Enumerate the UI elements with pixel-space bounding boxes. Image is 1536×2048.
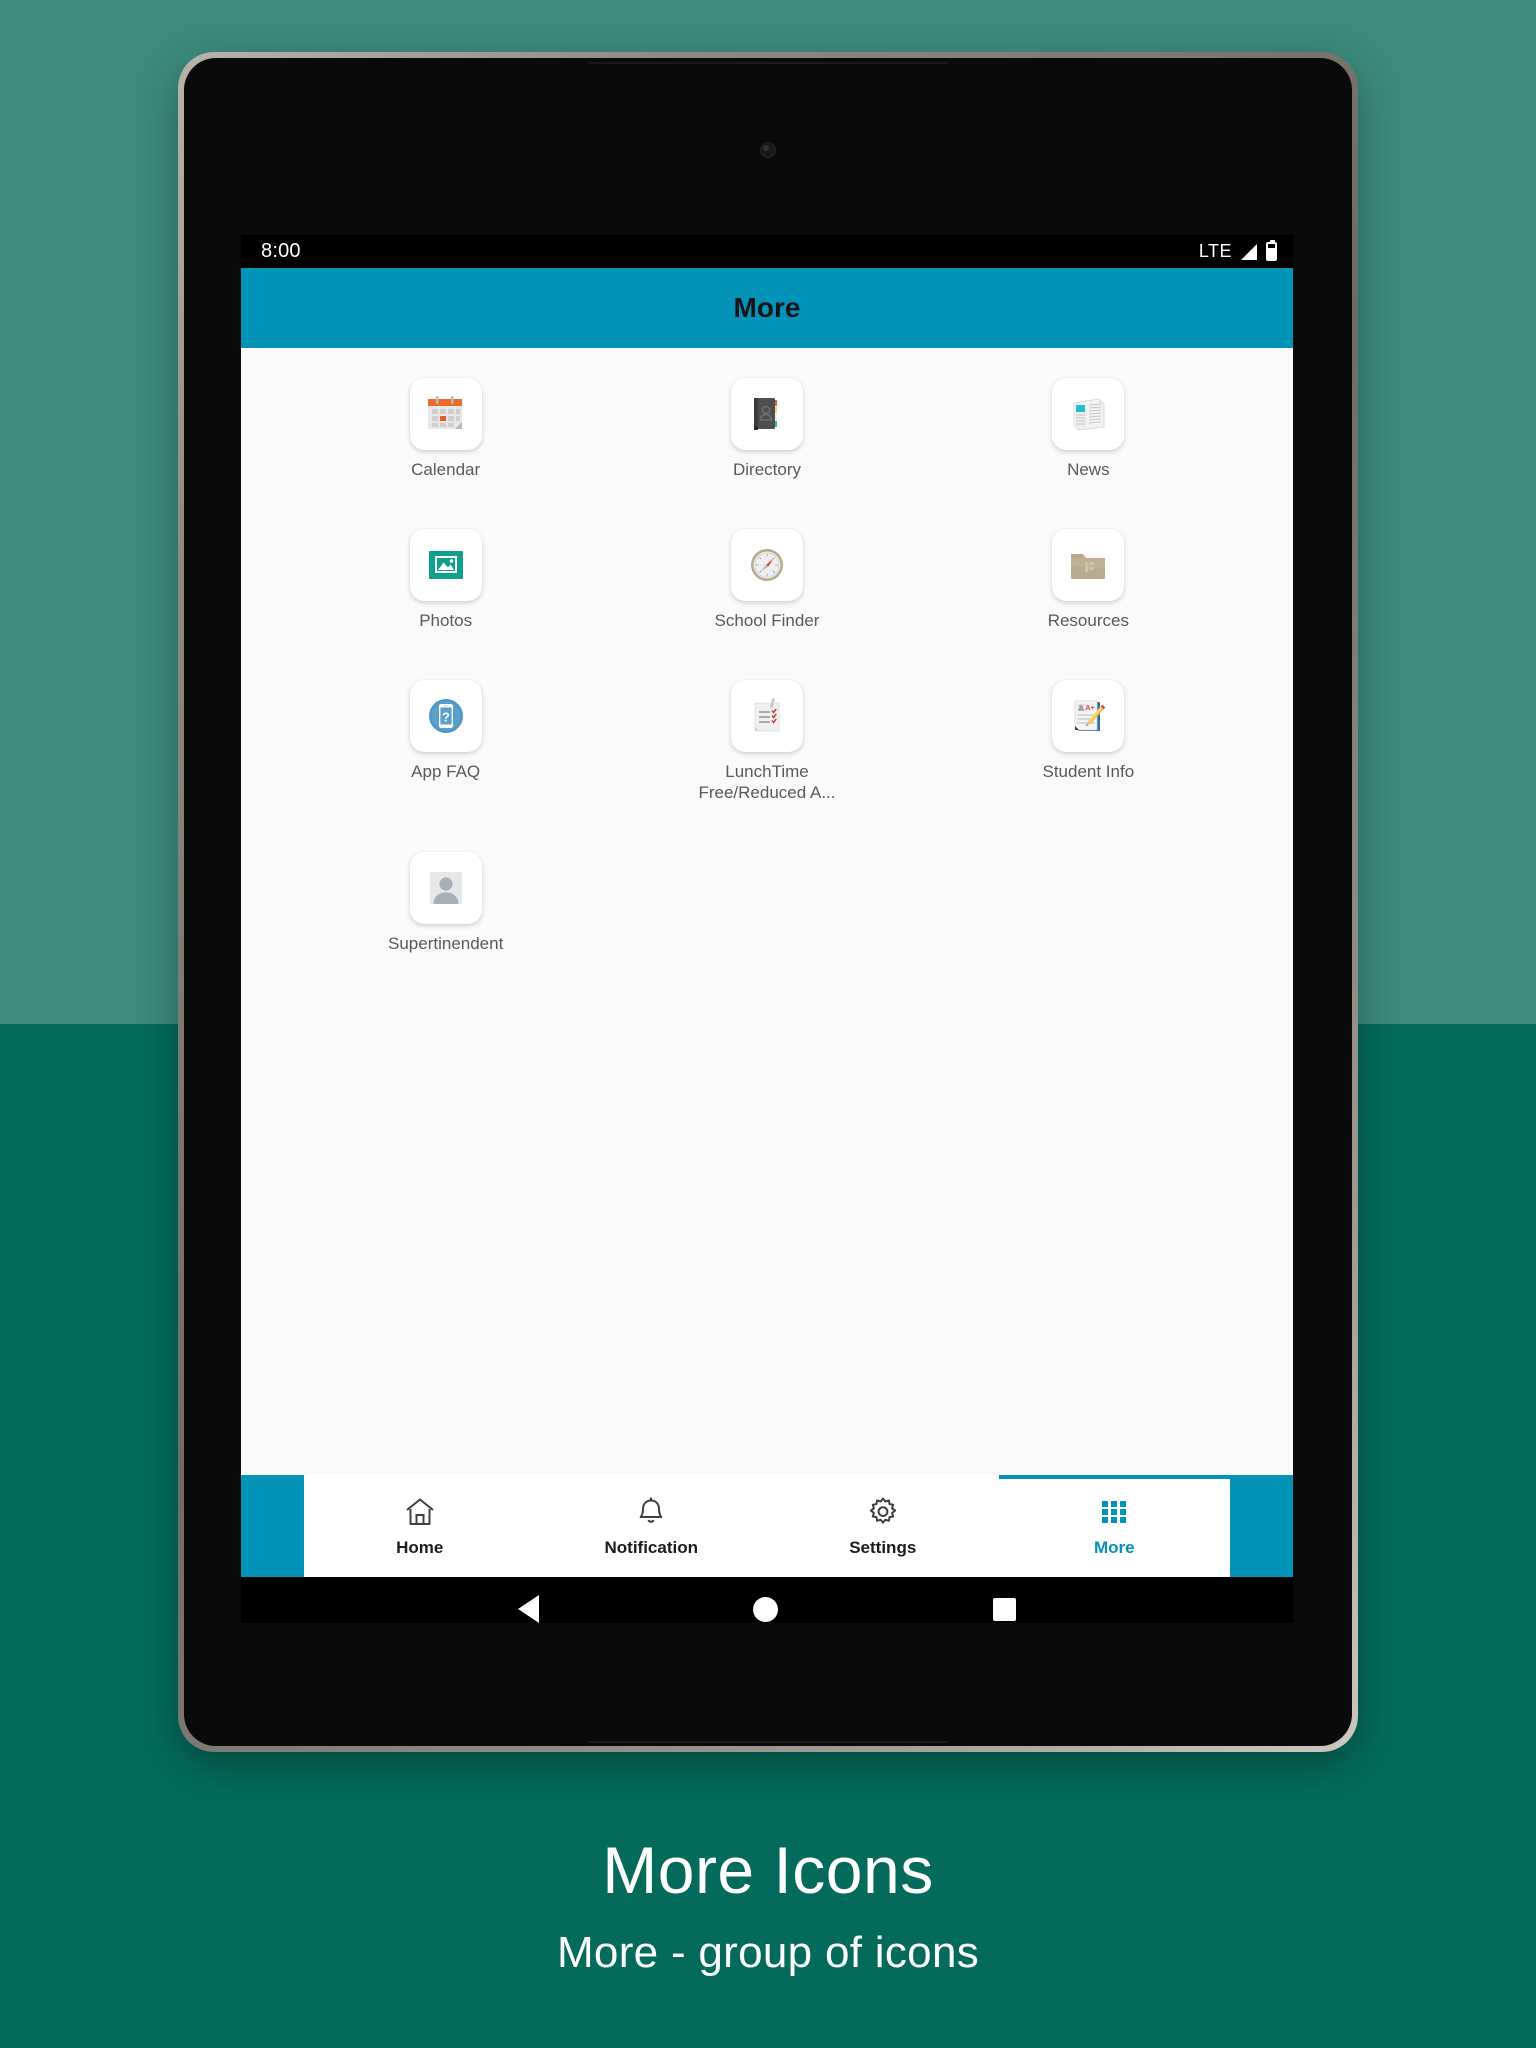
grid-item-photos[interactable]: Photos	[285, 528, 606, 632]
grid-item-news[interactable]: News	[928, 378, 1249, 481]
battery-icon	[1266, 240, 1277, 261]
tile-label: Supertinendent	[388, 934, 504, 953]
tile-label: Resources	[1047, 610, 1129, 630]
photos-tile[interactable]	[409, 528, 482, 601]
page-title: More	[733, 292, 801, 323]
lunchtime-tile[interactable]	[730, 679, 803, 752]
tile-label: App FAQ	[411, 761, 481, 781]
caption-block: More Icons More - group of icons	[0, 1833, 1536, 1978]
nav-items: Home Notification Settings More	[304, 1475, 1230, 1577]
network-type-label: LTE	[1198, 241, 1232, 261]
grid-item-resources[interactable]: Resources	[928, 528, 1249, 632]
folder-icon	[1071, 553, 1106, 579]
icon-grid: Calendar Directory News Photos School Fi…	[285, 378, 1249, 955]
nav-item-home[interactable]: Home	[304, 1475, 536, 1577]
nav-label: Notification	[604, 1537, 699, 1557]
signal-bars-icon	[1241, 243, 1257, 260]
status-clock: 8:00	[261, 240, 301, 262]
tile-label: News	[1067, 460, 1110, 479]
directory-tile[interactable]	[730, 378, 803, 450]
status-indicators: LTE	[1198, 240, 1277, 262]
home-circle-icon[interactable]	[753, 1596, 779, 1622]
tile-label: Directory	[732, 460, 801, 479]
svg-text:?: ?	[442, 709, 450, 724]
grid-item-directory[interactable]: Directory	[606, 378, 927, 481]
status-bar: 8:00 LTE	[241, 235, 1293, 268]
nav-left-accent	[241, 1475, 304, 1577]
device-screen: 8:00 LTE More Calendar Directory News Ph…	[241, 235, 1293, 1623]
nav-item-more[interactable]: More	[998, 1475, 1231, 1577]
person-avatar-icon	[429, 872, 462, 904]
nav-label: Settings	[849, 1537, 917, 1557]
back-triangle-icon[interactable]	[518, 1595, 540, 1623]
bottom-navigation-bar: Home Notification Settings More	[241, 1475, 1293, 1577]
photo-icon	[428, 550, 463, 579]
tile-label: LunchTime Free/Reduced A...	[698, 761, 836, 803]
grid-item-student-info[interactable]: A+ Student Info	[928, 679, 1249, 805]
grid-item-lunchtime[interactable]: LunchTime Free/Reduced A...	[606, 679, 927, 805]
nav-label: More	[1093, 1537, 1135, 1557]
gear-icon	[869, 1497, 896, 1524]
grid-item-supertinendent[interactable]: Supertinendent	[285, 852, 606, 955]
front-camera	[760, 142, 776, 158]
grid-icon	[1102, 1500, 1127, 1523]
svg-text:A+: A+	[1085, 703, 1095, 712]
grid-item-calendar[interactable]: Calendar	[285, 378, 606, 481]
more-content-area: Calendar Directory News Photos School Fi…	[241, 348, 1293, 1475]
report-card-icon: A+	[1074, 700, 1106, 731]
house-icon	[406, 1498, 434, 1525]
tile-label: Calendar	[411, 460, 481, 479]
tile-label: Student Info	[1042, 761, 1135, 781]
tablet-device-frame: 8:00 LTE More Calendar Directory News Ph…	[178, 52, 1358, 1752]
grid-item-app-faq[interactable]: ? App FAQ	[285, 679, 606, 805]
resources-tile[interactable]	[1052, 528, 1125, 601]
nav-right-accent	[1230, 1475, 1293, 1577]
compass-icon	[750, 548, 783, 581]
grid-item-school-finder[interactable]: School Finder	[606, 528, 927, 632]
app-bar: More	[241, 268, 1293, 348]
recent-square-icon[interactable]	[992, 1597, 1016, 1621]
caption-title: More Icons	[602, 1833, 934, 1907]
school-finder-tile[interactable]	[730, 528, 803, 601]
tile-label: Photos	[419, 610, 473, 630]
phone-question-icon: ?	[428, 698, 463, 733]
address-book-icon	[753, 398, 777, 430]
nav-item-notification[interactable]: Notification	[536, 1475, 768, 1577]
app-faq-tile[interactable]: ?	[409, 679, 482, 752]
bell-icon	[639, 1497, 663, 1523]
calendar-tile[interactable]	[409, 378, 482, 450]
device-bezel: 8:00 LTE More Calendar Directory News Ph…	[184, 58, 1352, 1746]
nav-label: Home	[396, 1537, 444, 1557]
tile-label: School Finder	[714, 610, 820, 630]
calendar-icon	[427, 396, 462, 429]
newspaper-icon	[1073, 398, 1105, 431]
nav-item-settings[interactable]: Settings	[767, 1475, 999, 1577]
android-navigation-bar	[241, 1577, 1293, 1623]
student-info-tile[interactable]: A+	[1052, 679, 1125, 752]
news-tile[interactable]	[1052, 378, 1125, 450]
checklist-icon	[754, 697, 780, 731]
caption-subtitle: More - group of icons	[556, 1927, 980, 1977]
top-speaker-line	[588, 62, 948, 64]
bottom-speaker-line	[588, 1741, 948, 1743]
supertinendent-tile[interactable]	[409, 852, 482, 924]
